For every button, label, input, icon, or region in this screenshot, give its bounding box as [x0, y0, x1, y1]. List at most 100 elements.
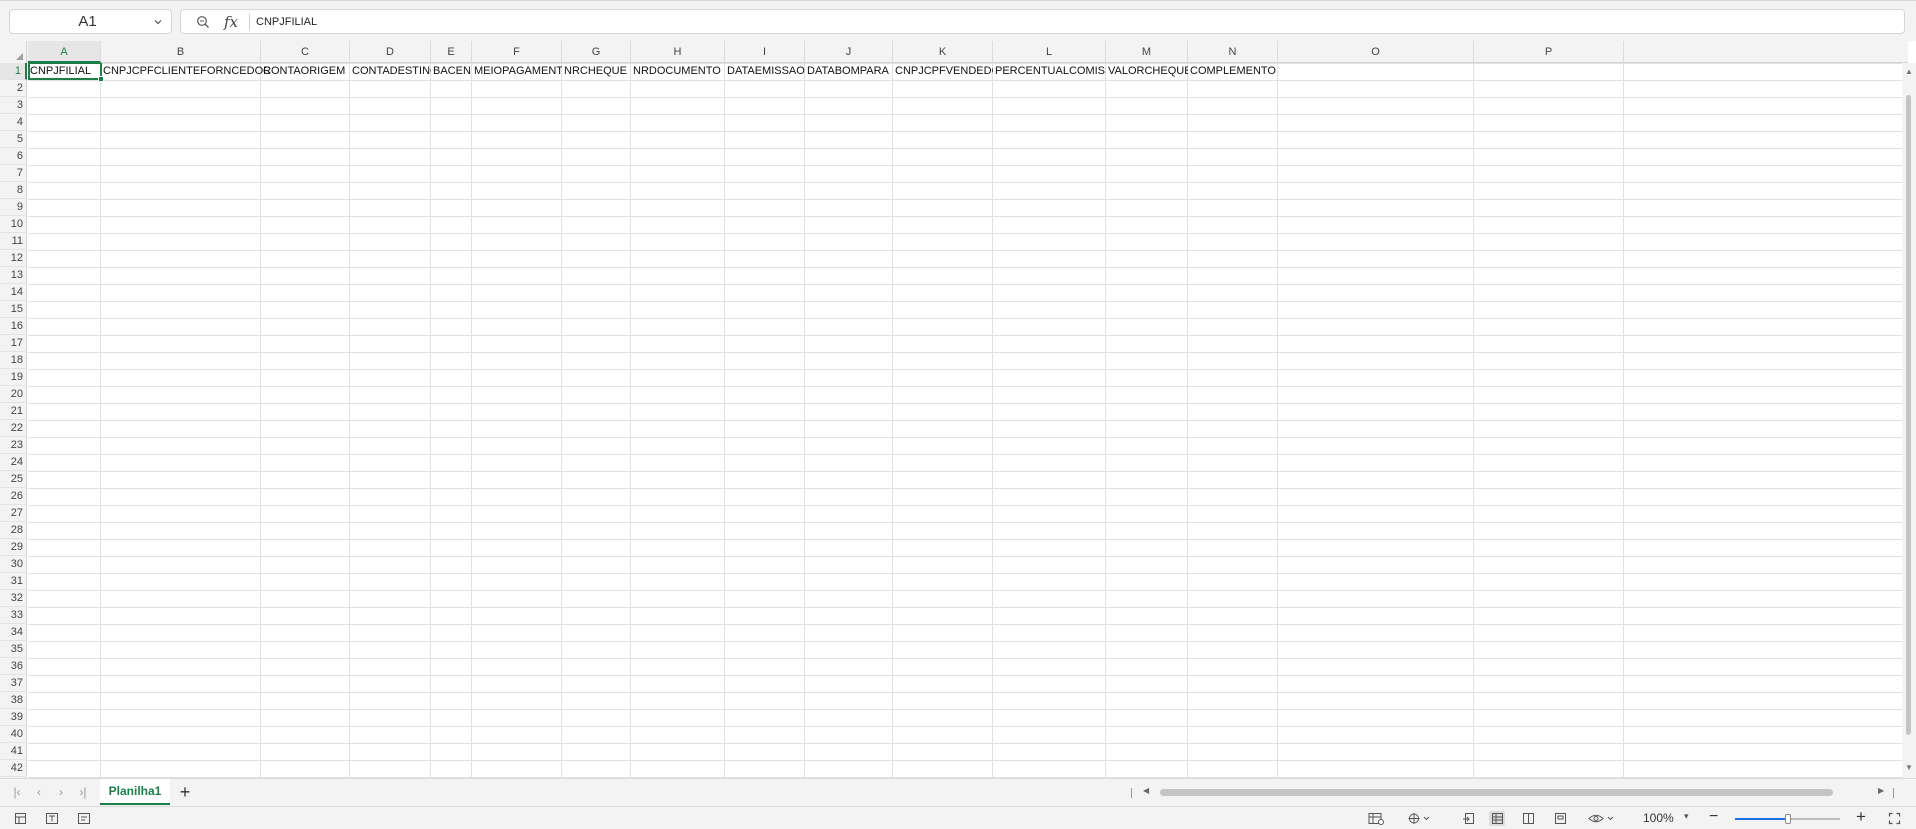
- cell-m1[interactable]: VALORCHEQUE: [1106, 63, 1188, 80]
- zoom-out-button[interactable]: −: [1709, 808, 1718, 826]
- column-header-j[interactable]: J: [805, 41, 893, 63]
- row-header-2[interactable]: 2: [0, 80, 27, 97]
- page-layout-view-icon[interactable]: [1520, 811, 1536, 826]
- cell-g1[interactable]: NRCHEQUE: [562, 63, 631, 80]
- horizontal-scroll-divider[interactable]: [1131, 788, 1132, 798]
- cell-c1[interactable]: CONTAORIGEM: [261, 63, 350, 80]
- zoom-slider-handle[interactable]: [1785, 814, 1791, 824]
- row-header-4[interactable]: 4: [0, 114, 27, 131]
- vertical-scroll-thumb[interactable]: [1906, 95, 1911, 735]
- row-header-19[interactable]: 19: [0, 369, 27, 386]
- column-header-f[interactable]: F: [472, 41, 562, 63]
- formula-input[interactable]: fx CNPJFILIAL: [180, 9, 1905, 34]
- active-cell-selection[interactable]: [28, 63, 104, 82]
- normal-view-icon[interactable]: [1489, 811, 1505, 826]
- name-box[interactable]: A1: [9, 9, 172, 34]
- row-header-31[interactable]: 31: [0, 573, 27, 590]
- row-header-25[interactable]: 25: [0, 471, 27, 488]
- row-header-5[interactable]: 5: [0, 131, 27, 148]
- fill-handle[interactable]: [98, 76, 104, 82]
- zoom-in-button[interactable]: +: [1856, 807, 1866, 827]
- next-sheet-icon[interactable]: ›: [54, 785, 68, 799]
- row-header-28[interactable]: 28: [0, 522, 27, 539]
- row-header-13[interactable]: 13: [0, 267, 27, 284]
- row-header-22[interactable]: 22: [0, 420, 27, 437]
- cell-n1[interactable]: COMPLEMENTO: [1188, 63, 1278, 80]
- row-header-24[interactable]: 24: [0, 454, 27, 471]
- scroll-down-arrow-icon[interactable]: ▼: [1905, 763, 1913, 773]
- cell-h1[interactable]: NRDOCUMENTO: [631, 63, 725, 80]
- column-header-b[interactable]: B: [101, 41, 261, 63]
- sheet-view-icon[interactable]: [12, 811, 28, 826]
- row-header-9[interactable]: 9: [0, 199, 27, 216]
- prev-sheet-icon[interactable]: ‹: [32, 785, 46, 799]
- function-icon[interactable]: fx: [217, 10, 245, 33]
- row-header-16[interactable]: 16: [0, 318, 27, 335]
- row-header-17[interactable]: 17: [0, 335, 27, 352]
- cell-k1[interactable]: CNPJCPFVENDEDOR: [893, 63, 993, 80]
- column-header-c[interactable]: C: [261, 41, 350, 63]
- cell-l1[interactable]: PERCENTUALCOMISSAO: [993, 63, 1106, 80]
- row-header-12[interactable]: 12: [0, 250, 27, 267]
- fullscreen-icon[interactable]: [1886, 811, 1902, 826]
- column-header-m[interactable]: M: [1106, 41, 1188, 63]
- scroll-left-arrow-icon[interactable]: ◀: [1143, 786, 1149, 795]
- row-header-39[interactable]: 39: [0, 709, 27, 726]
- column-header-p[interactable]: P: [1474, 41, 1624, 63]
- row-header-23[interactable]: 23: [0, 437, 27, 454]
- row-header-32[interactable]: 32: [0, 590, 27, 607]
- cell-i1[interactable]: DATAEMISSAO: [725, 63, 805, 80]
- first-sheet-icon[interactable]: |‹: [10, 785, 24, 799]
- freeze-panes-icon[interactable]: [1460, 811, 1476, 826]
- chevron-down-icon[interactable]: [145, 17, 171, 27]
- formula-value[interactable]: CNPJFILIAL: [256, 16, 317, 28]
- cell-o1[interactable]: [1278, 63, 1474, 80]
- row-header-10[interactable]: 10: [0, 216, 27, 233]
- row-header-20[interactable]: 20: [0, 386, 27, 403]
- cell-b1[interactable]: CNPJCPFCLIENTEFORNCEDOR: [101, 63, 271, 80]
- row-header-21[interactable]: 21: [0, 403, 27, 420]
- horizontal-scroll-thumb[interactable]: [1160, 789, 1833, 796]
- row-header-38[interactable]: 38: [0, 692, 27, 709]
- column-header-k[interactable]: K: [893, 41, 993, 63]
- row-header-8[interactable]: 8: [0, 182, 27, 199]
- vertical-scrollbar[interactable]: ▲ ▼: [1902, 63, 1916, 778]
- cell-f1[interactable]: MEIOPAGAMENTO: [472, 63, 562, 80]
- column-header-a[interactable]: A: [28, 41, 101, 63]
- row-header-11[interactable]: 11: [0, 233, 27, 250]
- scroll-right-arrow-icon[interactable]: ▶: [1878, 786, 1884, 795]
- row-header-42[interactable]: 42: [0, 760, 27, 777]
- worksheet-grid[interactable]: ABCDEFGHIJKLMNOP 1 2 3 4 5 6 7 8 9 10 11 12 13 14 15 16…: [0, 41, 1916, 778]
- row-header-33[interactable]: 33: [0, 607, 27, 624]
- macro-record-icon[interactable]: [76, 811, 92, 826]
- row-header-27[interactable]: 27: [0, 505, 27, 522]
- row-header-6[interactable]: 6: [0, 148, 27, 165]
- page-break-view-icon[interactable]: [1552, 811, 1568, 826]
- row-header-14[interactable]: 14: [0, 284, 27, 301]
- row-header-30[interactable]: 30: [0, 556, 27, 573]
- row-header-36[interactable]: 36: [0, 658, 27, 675]
- row-header-15[interactable]: 15: [0, 301, 27, 318]
- cell-d1[interactable]: CONTADESTINO: [350, 63, 431, 80]
- zoom-dropdown-icon[interactable]: ▾: [1684, 811, 1689, 822]
- row-header-18[interactable]: 18: [0, 352, 27, 369]
- zoom-search-icon[interactable]: [189, 10, 217, 33]
- last-sheet-icon[interactable]: ›|: [76, 785, 90, 799]
- row-header-7[interactable]: 7: [0, 165, 27, 182]
- column-header-l[interactable]: L: [993, 41, 1106, 63]
- row-header-41[interactable]: 41: [0, 743, 27, 760]
- column-header-d[interactable]: D: [350, 41, 431, 63]
- table-options-icon[interactable]: [1368, 811, 1384, 826]
- scroll-up-arrow-icon[interactable]: ▲: [1905, 67, 1913, 77]
- eye-view-icon[interactable]: [1587, 811, 1617, 826]
- column-header-n[interactable]: N: [1188, 41, 1278, 63]
- row-header-37[interactable]: 37: [0, 675, 27, 692]
- row-header-1[interactable]: 1: [0, 63, 27, 80]
- cell-e1[interactable]: BACEN: [431, 63, 472, 80]
- add-sheet-button[interactable]: +: [176, 783, 194, 801]
- select-all-corner[interactable]: [0, 41, 27, 63]
- cell-j1[interactable]: DATABOMPARA: [805, 63, 893, 80]
- row-header-3[interactable]: 3: [0, 97, 27, 114]
- row-header-26[interactable]: 26: [0, 488, 27, 505]
- column-header-o[interactable]: O: [1278, 41, 1474, 63]
